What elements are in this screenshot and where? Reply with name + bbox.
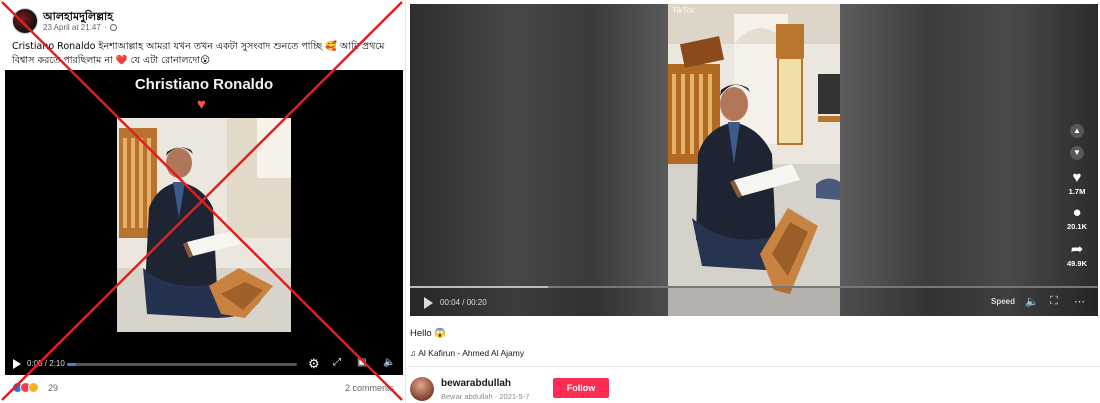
video-progress-fill (67, 363, 77, 366)
video-caption: Hello 😱 (410, 328, 447, 339)
care-reaction-icon (28, 382, 39, 393)
video-controls: 0:05 / 2:10 ⚙ ⤢ ▣ 🔈 (5, 353, 403, 375)
user-subline: Bewar abdullah · 2021-5-7 (441, 392, 530, 401)
tiktok-post: TikTok ▲ ▼ ♥ 1.7M ● 20.1K ➦ 49.9K 00:04 … (408, 0, 1100, 403)
volume-icon[interactable]: 🔈 (1025, 295, 1039, 308)
next-video-arrow-icon[interactable]: ▼ (1070, 146, 1084, 160)
video-progress-bar[interactable] (67, 363, 297, 366)
music-link[interactable]: ♫ Al Kafirun - Ahmed Al Ajamy (410, 348, 524, 358)
tiktok-watermark: TikTok (672, 6, 695, 15)
video-time: 0:05 / 2:10 (27, 359, 65, 368)
play-icon[interactable] (424, 297, 433, 309)
heart-icon: ♥ (197, 96, 206, 113)
facebook-video-player[interactable]: Christiano Ronaldo ♥ 0:05 / 2:10 ⚙ ⤢ ▣ 🔈 (5, 70, 403, 375)
previous-video-arrow-icon[interactable]: ▲ (1070, 124, 1084, 138)
more-options-icon[interactable]: ⋯ (1074, 295, 1085, 308)
like-count: 1.7M (1068, 187, 1086, 196)
share-count: 49.9K (1066, 259, 1087, 268)
comment-action[interactable]: ● 20.1K (1062, 204, 1092, 232)
globe-icon (109, 24, 117, 31)
divider (408, 366, 1100, 367)
man-reading-quran-image (117, 118, 291, 332)
post-footer: 29 2 comments (12, 382, 398, 396)
video-controls: 00:04 / 00:20 Speed 🔈 ⛶ ⋯ (410, 288, 1098, 316)
video-time: 00:04 / 00:20 (440, 298, 487, 307)
post-text: Cristiano Ronaldo ইনশাআল্লাহ আমরা যখন তখ… (12, 41, 385, 66)
video-title: Christiano Ronaldo (134, 76, 274, 93)
share-action[interactable]: ➦ 49.9K (1062, 241, 1092, 269)
post-header: আলহামদুলিল্লাহ 23 April at 21:47 · (12, 8, 392, 38)
volume-icon[interactable]: 🔈 (383, 357, 395, 368)
like-action[interactable]: ♥ 1.7M (1062, 169, 1092, 197)
reaction-count[interactable]: 29 (48, 383, 58, 393)
reactions[interactable] (12, 382, 39, 393)
share-icon: ➦ (1070, 241, 1084, 258)
man-reading-quran-image (668, 4, 840, 316)
comment-icon: ● (1072, 204, 1082, 221)
follow-button[interactable]: Follow (553, 378, 609, 398)
expand-icon[interactable]: ⤢ (333, 357, 341, 368)
blurred-background-right (840, 4, 1098, 316)
settings-gear-icon[interactable]: ⚙ (308, 356, 320, 372)
fullscreen-icon[interactable]: ⛶ (1050, 295, 1058, 308)
post-meta: 23 April at 21:47 · (43, 23, 117, 32)
comment-count: 20.1K (1066, 222, 1087, 231)
username[interactable]: bewarabdullah (441, 378, 511, 389)
heart-icon: ♥ (1072, 169, 1082, 186)
comments-link[interactable]: 2 comments (345, 383, 394, 393)
video-frame (668, 4, 840, 316)
video-frame (117, 118, 291, 332)
speed-button[interactable]: Speed (991, 297, 1015, 306)
picture-in-picture-icon[interactable]: ▣ (357, 357, 366, 368)
facebook-post: আলহামদুলিল্লাহ 23 April at 21:47 · Crist… (0, 0, 406, 403)
blurred-background-left (410, 4, 668, 316)
tiktok-video-player[interactable]: TikTok ▲ ▼ ♥ 1.7M ● 20.1K ➦ 49.9K 00:04 … (410, 4, 1098, 316)
user-avatar[interactable] (410, 377, 434, 401)
page-avatar[interactable] (12, 8, 38, 34)
post-date[interactable]: 23 April at 21:47 (43, 23, 101, 32)
play-icon[interactable] (13, 359, 21, 369)
comparison-screenshot: আলহামদুলিল্লাহ 23 April at 21:47 · Crist… (0, 0, 1100, 403)
